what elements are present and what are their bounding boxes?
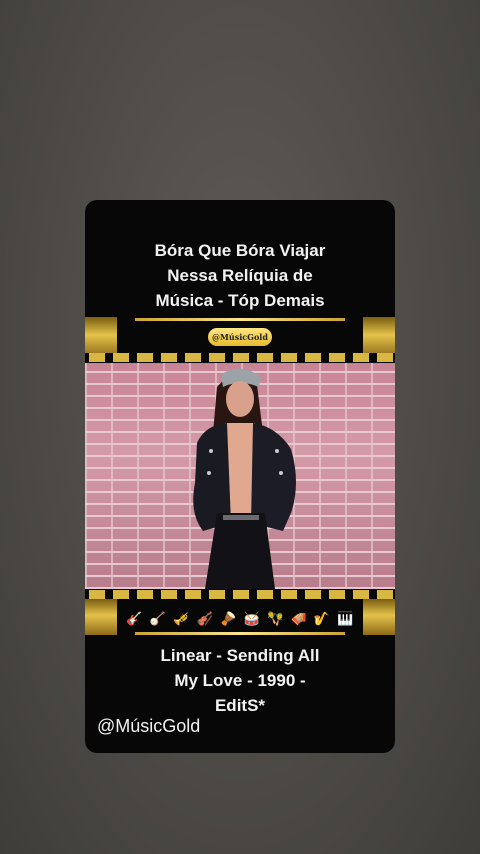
piano-icon: 🎹 [337,611,354,626]
top-film-strip [85,353,395,362]
top-caption: Bóra Que Bóra Viajar Nessa Relíquia de M… [85,238,395,313]
performer-figure [193,368,296,589]
maracas-icon: 🪇 [267,611,284,626]
bottom-film-strip [85,590,395,599]
violin-icon: 🎻 [196,611,213,626]
video-card[interactable]: Bóra Que Bóra Viajar Nessa Relíquia de M… [85,200,395,753]
drum-icon: 🥁 [243,611,260,626]
bottom-caption-line-3: EditS* [214,696,266,715]
right-gold-block-lower [363,599,395,635]
bottom-caption-line-1: Linear - Sending All [160,646,320,665]
banjo-icon: 🪕 [149,611,167,626]
channel-badge: @MúsicGold [208,328,272,346]
accordion-icon: 🪗 [290,611,307,626]
top-caption-line-3: Música - Tóp Demais [155,291,325,310]
long-drum-icon: 🪘 [220,611,237,626]
left-gold-block [85,317,117,357]
electric-guitar-icon: 🎸 [126,611,143,626]
saxophone-icon: 🎷 [313,611,331,626]
trumpet-icon: 🎺 [173,611,190,626]
top-caption-line-1: Bóra Que Bóra Viajar [154,241,326,260]
top-gold-divider [135,318,345,321]
channel-handle[interactable]: @MúsicGold [97,716,200,737]
video-frame[interactable] [85,363,395,589]
bottom-caption-line-2: My Love - 1990 - [174,671,306,690]
top-caption-line-2: Nessa Relíquia de [167,266,313,285]
bottom-gold-divider [135,632,345,635]
right-gold-block [363,317,395,357]
left-gold-block-lower [85,599,117,635]
instrument-emoji-row: 🎸 🪕 🎺 🎻 🪘 🥁 🪇 🪗 🎷 🎹 [125,608,355,630]
bottom-caption: Linear - Sending All My Love - 1990 - Ed… [85,643,395,718]
